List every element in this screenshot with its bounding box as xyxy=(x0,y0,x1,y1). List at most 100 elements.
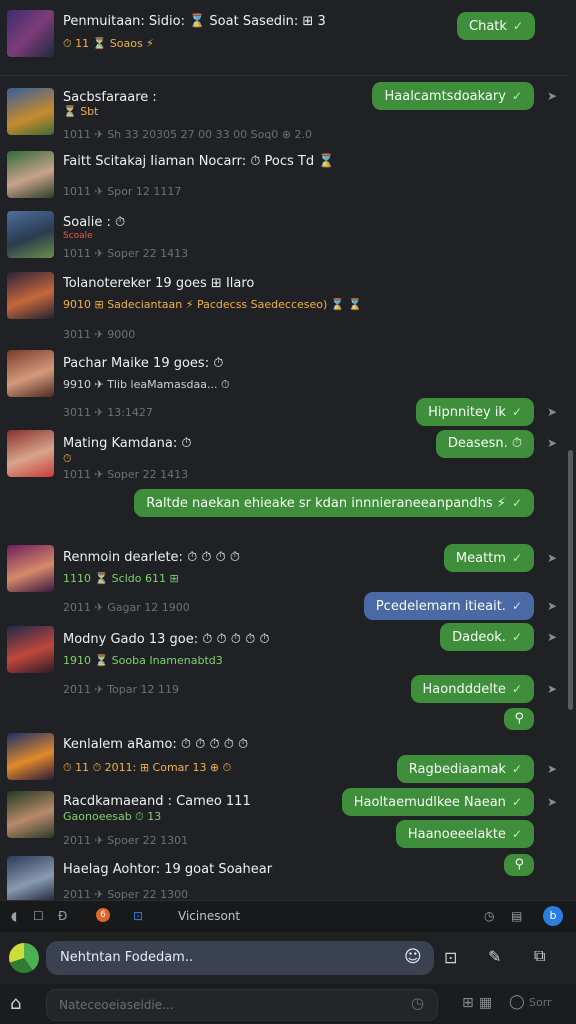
avatar[interactable] xyxy=(7,88,54,135)
info-icon[interactable]: ⊡ xyxy=(133,909,143,923)
message-bubble[interactable]: Haondddelte ✓ xyxy=(410,675,534,703)
list-item[interactable]: Haanoeeelakte ✓ xyxy=(0,819,568,849)
share-icon[interactable]: ➤ xyxy=(547,599,557,613)
badge-icon[interactable]: 6 xyxy=(96,908,110,922)
message-bubble[interactable]: ⚲ xyxy=(504,708,534,730)
chat-name: Racdkamaeand : Cameo 111 xyxy=(63,794,251,809)
list-item[interactable]: Penmuitaan: Sidio: ⌛ Soat Sasedin: ⊞ 3 ⏱… xyxy=(0,0,568,74)
clock-icon[interactable]: ◷ xyxy=(484,909,494,923)
chat-meta: 2011 ✈ Soper 22 1300 xyxy=(63,888,189,900)
list-item[interactable]: Raltde naekan ehieake sr kdan innnierane… xyxy=(0,488,568,532)
composer: Nehtntan Fodedam.. ☺ ⊡ ✎ ⧉ xyxy=(0,932,576,984)
pen-icon[interactable]: ✎ xyxy=(488,947,501,966)
message-bubble[interactable]: Raltde naekan ehieake sr kdan innnierane… xyxy=(134,489,534,517)
list-item[interactable]: Pachar Maike 19 goes: ⏱ 9910 ✈ Tlib leaM… xyxy=(0,348,568,428)
message-bubble[interactable]: Ragbediaamak ✓ xyxy=(396,755,534,783)
app-logo-icon[interactable] xyxy=(9,943,39,973)
check-icon: ✓ xyxy=(511,795,522,809)
list-item[interactable]: Kenlalem aRamo: ⏱ ⏱ ⏱ ⏱ ⏱ ⏱ 11 ⏱ 2011: ⊞… xyxy=(0,730,568,790)
check-icon: ✓ xyxy=(511,551,522,565)
chat-preview: 1110 ⏳ Scldo 611 ⊞ xyxy=(63,572,179,585)
divider xyxy=(0,75,568,76)
chat-name: Mating Kamdana: ⏱ xyxy=(63,436,192,451)
chat-preview: ⏱ xyxy=(63,452,72,465)
avatar[interactable] xyxy=(7,626,54,673)
chat-preview: Scoale xyxy=(63,231,93,241)
chat-meta: 1011 ✈ Spor 12 1117 xyxy=(63,185,182,198)
share-icon[interactable]: ➤ xyxy=(547,682,557,696)
avatar[interactable] xyxy=(7,430,54,477)
share-icon[interactable]: ➤ xyxy=(547,89,557,103)
chat-feed[interactable]: Penmuitaan: Sidio: ⌛ Soat Sasedin: ⊞ 3 ⏱… xyxy=(0,0,568,900)
message-bubble[interactable]: Meattm ✓ xyxy=(443,544,534,572)
message-bubble[interactable]: Hipnnitey ik ✓ xyxy=(416,398,534,426)
check-icon: ✓ xyxy=(511,405,522,419)
chat-name: Penmuitaan: Sidio: ⌛ Soat Sasedin: ⊞ 3 xyxy=(63,14,326,29)
square-icon[interactable]: ☐ xyxy=(33,909,44,923)
check-icon: ✓ xyxy=(511,496,522,510)
check-icon: ✓ xyxy=(511,630,522,644)
message-bubble[interactable]: Dadeok. ✓ xyxy=(440,623,534,651)
list-item[interactable]: Tolanotereker 19 goes ⊞ Ilaro 9010 ⊞ Sad… xyxy=(0,268,568,348)
share-icon[interactable]: ➤ xyxy=(547,405,557,419)
list-item[interactable]: Modny Gado 13 goe: ⏱ ⏱ ⏱ ⏱ ⏱ 1910 ⏳ Soob… xyxy=(0,620,568,682)
share-icon[interactable]: ➤ xyxy=(547,762,557,776)
list-icon[interactable]: ▤ xyxy=(511,909,522,923)
avatar[interactable] xyxy=(7,272,54,319)
home-icon[interactable]: ⌂ xyxy=(10,993,21,1014)
message-input[interactable]: Nehtntan Fodedam.. ☺ xyxy=(46,941,434,975)
attach-icon[interactable]: ⊡ xyxy=(444,948,457,967)
list-item[interactable]: Soalie : ⏱ Scoale 1011 ✈ Soper 22 1413 xyxy=(0,207,568,269)
chat-preview: 1910 ⏳ Sooba Inamenabtd3 xyxy=(63,654,223,667)
chat-preview: ⏳ Sbt xyxy=(63,105,99,118)
avatar[interactable] xyxy=(7,733,54,780)
composer-toolbar: ◖ ☐ Ð 6 ⊡ Vicinesont ◷ ▤ b xyxy=(0,900,576,933)
check-icon: ✓ xyxy=(511,682,522,696)
avatar[interactable] xyxy=(7,545,54,592)
share-icon[interactable]: ➤ xyxy=(547,630,557,644)
chat-name: Haelag Aohtor: 19 goat Soahear xyxy=(63,862,273,877)
message-bubble[interactable]: Haalcamtsdoakary ✓ xyxy=(372,82,534,110)
list-item[interactable]: Mating Kamdana: ⏱ ⏱ 1011 ✈ Soper 22 1413… xyxy=(0,428,568,488)
chat-meta: 3011 ✈ 9000 xyxy=(63,328,136,341)
clock-icon[interactable]: ◷ xyxy=(411,994,424,1012)
message-bubble[interactable]: Chatk ✓ xyxy=(457,12,535,40)
list-item[interactable]: Sacbsfaraare : ⏳ Sbt 1011 ✈ Sh 33 20305 … xyxy=(0,80,568,142)
check-icon: ✓ xyxy=(511,599,522,613)
share-icon[interactable]: ➤ xyxy=(547,551,557,565)
list-item[interactable]: Haelag Aohtor: 19 goat Soahear 2011 ✈ So… xyxy=(0,852,568,900)
message-bubble[interactable]: Haoltaemudlkee Naean ✓ xyxy=(341,788,534,816)
d-icon[interactable]: Ð xyxy=(58,909,67,923)
message-bubble[interactable]: Haanoeeelakte ✓ xyxy=(395,820,534,848)
sticker-icon[interactable]: ⧉ xyxy=(534,946,545,966)
share-icon[interactable]: ➤ xyxy=(547,795,557,809)
list-item[interactable]: Haondddelte ✓ ➤ xyxy=(0,674,568,708)
circle-icon[interactable]: ◯ xyxy=(509,994,525,1010)
chat-icon[interactable]: ◖ xyxy=(11,909,17,923)
avatar[interactable] xyxy=(7,856,54,900)
bot-icon[interactable]: b xyxy=(543,906,563,926)
avatar[interactable] xyxy=(7,10,54,57)
list-item[interactable]: Pcedelemarn itieait. ✓ ➤ xyxy=(0,591,568,621)
avatar[interactable] xyxy=(7,151,54,198)
message-bubble[interactable]: Deasesn. ⏱ xyxy=(435,430,534,458)
emoji-icon[interactable]: ☺ xyxy=(404,947,422,967)
chat-name: Renmoin dearlete: ⏱ ⏱ ⏱ ⏱ xyxy=(63,550,241,565)
list-item[interactable]: Faitt Scitakaj Iiaman Nocarr: ⏱ Pocs Td … xyxy=(0,145,568,207)
grid-icon[interactable]: ⊞ xyxy=(462,995,474,1011)
toolbar-label: Vicinesont xyxy=(178,909,241,923)
chat-meta: 1011 ✈ Soper 22 1413 xyxy=(63,247,189,260)
avatar[interactable] xyxy=(7,211,54,258)
avatar[interactable] xyxy=(7,350,54,397)
chat-name: Tolanotereker 19 goes ⊞ Ilaro xyxy=(63,276,255,291)
check-icon: ✓ xyxy=(512,19,523,33)
message-bubble[interactable]: ⚲ xyxy=(504,854,534,876)
search-input[interactable]: Nateceoeiaseldie... ◷ xyxy=(46,989,438,1021)
bottom-label: Sorr xyxy=(529,996,552,1009)
chat-name: Faitt Scitakaj Iiaman Nocarr: ⏱ Pocs Td … xyxy=(63,154,335,169)
chat-preview: ⏱ 11 ⏱ 2011: ⊞ Comar 13 ⊕ ⏱ xyxy=(63,761,232,774)
calendar-icon[interactable]: ▦ xyxy=(479,995,492,1011)
message-bubble[interactable]: Pcedelemarn itieait. ✓ xyxy=(363,592,534,620)
share-icon[interactable]: ➤ xyxy=(547,436,557,450)
scrollbar[interactable] xyxy=(568,450,573,710)
